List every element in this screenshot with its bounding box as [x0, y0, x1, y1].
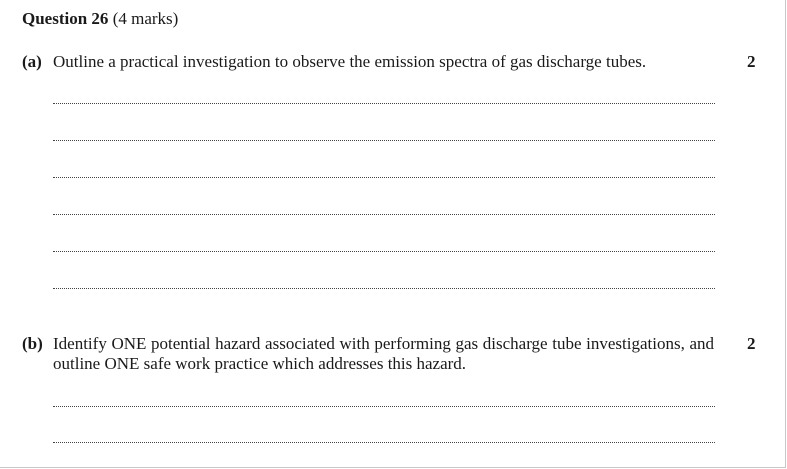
part-a-answer-line-2[interactable]	[53, 140, 715, 141]
part-a-label: (a)	[22, 52, 42, 71]
part-a-answer-line-1[interactable]	[53, 103, 715, 104]
part-b-label: (b)	[22, 334, 43, 353]
part-a-answer-line-5[interactable]	[53, 251, 715, 252]
part-a-answer-line-4[interactable]	[53, 214, 715, 215]
part-b-question-text: Identify ONE potential hazard associated…	[53, 334, 714, 373]
part-a-question-text: Outline a practical investigation to obs…	[53, 52, 647, 71]
part-b-answer-line-1[interactable]	[53, 406, 715, 407]
part-b-marks: 2	[747, 334, 756, 353]
part-a-marks: 2	[747, 52, 756, 71]
question-number: Question 26	[22, 9, 109, 28]
part-b-answer-line-2[interactable]	[53, 442, 715, 443]
question-heading: Question 26 (4 marks)	[22, 9, 178, 29]
question-marks: (4 marks)	[112, 9, 179, 28]
part-a-answer-line-6[interactable]	[53, 288, 715, 289]
part-a-answer-line-3[interactable]	[53, 177, 715, 178]
